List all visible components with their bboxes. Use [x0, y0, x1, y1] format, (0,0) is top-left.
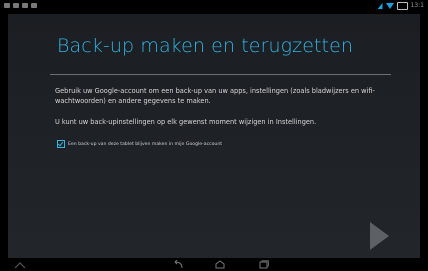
keyboard-collapse-icon[interactable]: [14, 260, 26, 269]
notification-icon: [4, 3, 10, 8]
wifi-icon: [385, 3, 394, 9]
home-icon[interactable]: [214, 260, 226, 269]
navigation-bar: [0, 258, 428, 271]
status-right-icons: 13:1: [377, 2, 424, 10]
backup-checkbox-label[interactable]: Een back-up van deze tablet blijven make…: [68, 142, 222, 147]
gallery-icon: [22, 3, 28, 8]
next-arrow-icon: [370, 222, 389, 250]
battery-icon: [396, 2, 408, 10]
title-divider: [50, 74, 391, 75]
mail-icon: [13, 3, 19, 8]
backup-checkbox[interactable]: [57, 140, 65, 148]
status-left-icons: [4, 3, 37, 8]
signal-icon: [377, 3, 383, 9]
setup-panel: Back-up maken en terugzetten Gebruik uw …: [8, 14, 420, 258]
intro-paragraph: Gebruik uw Google-account om een back-up…: [55, 87, 375, 105]
page-title: Back-up maken en terugzetten: [57, 35, 354, 57]
download-icon: [31, 3, 37, 8]
status-bar: 13:1: [0, 0, 428, 14]
back-icon[interactable]: [172, 260, 184, 269]
next-button[interactable]: [368, 221, 390, 251]
status-time: 13:1: [410, 2, 424, 9]
backup-checkbox-row[interactable]: Een back-up van deze tablet blijven make…: [57, 140, 222, 148]
settings-paragraph: U kunt uw back-upinstellingen op elk gew…: [55, 118, 317, 126]
recent-apps-icon[interactable]: [258, 260, 270, 269]
